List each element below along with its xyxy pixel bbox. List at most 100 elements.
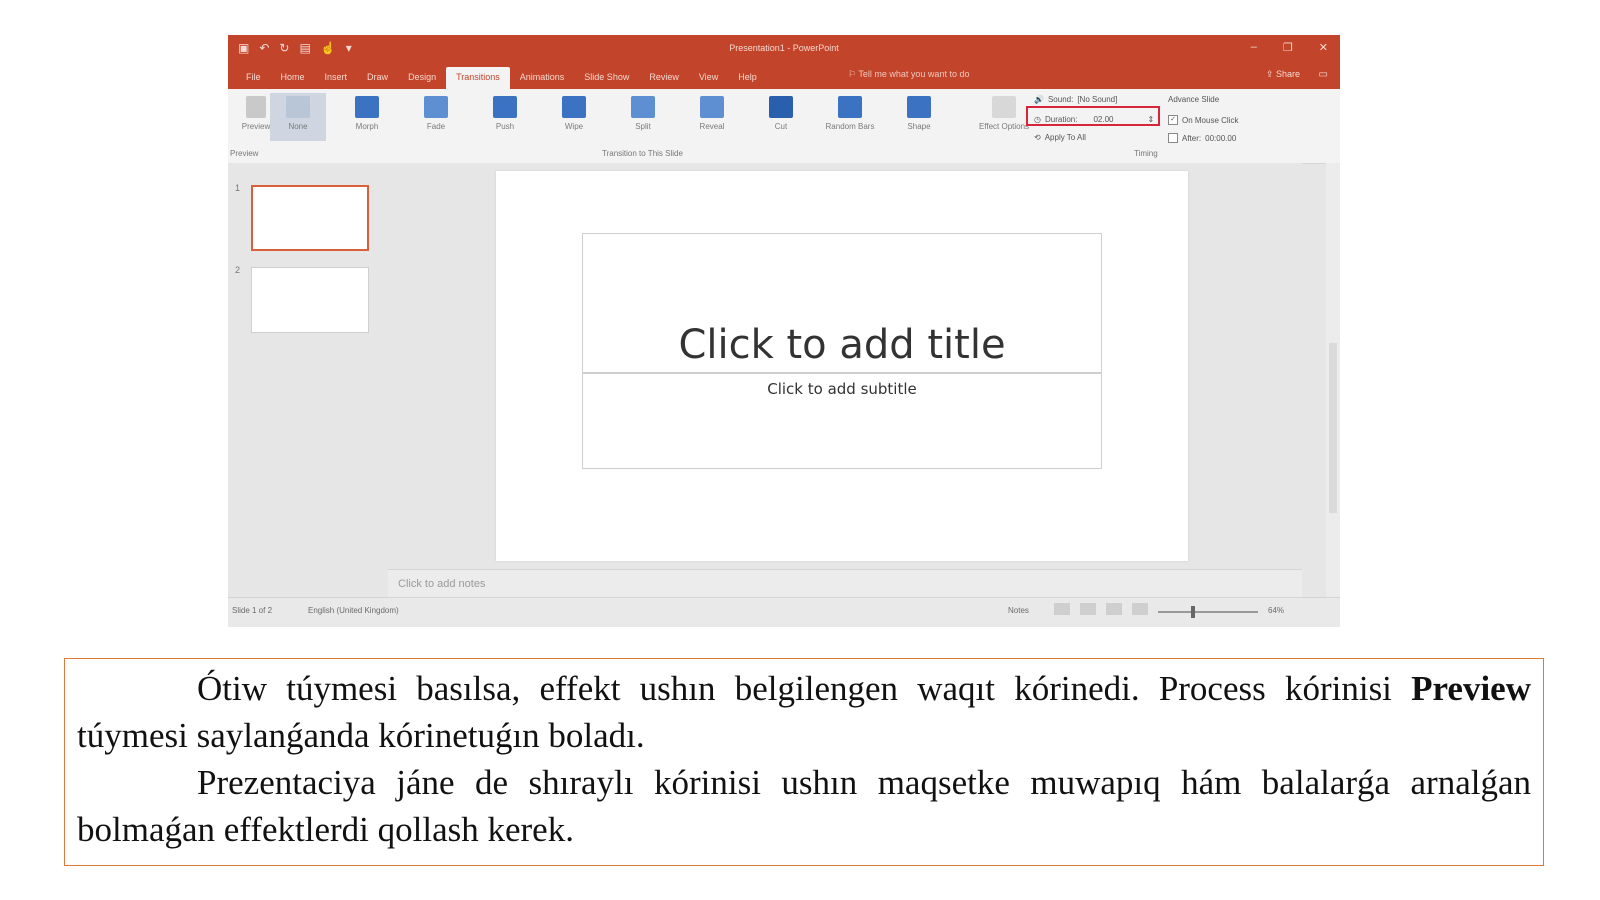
group-preview-label: Preview: [230, 149, 259, 158]
tab-review[interactable]: Review: [639, 67, 689, 89]
transition-cut-icon: [769, 96, 793, 118]
sound-icon: 🔊: [1034, 95, 1044, 104]
on-mouse-click-checkbox[interactable]: ✓: [1168, 115, 1178, 125]
transition-none-icon: [286, 96, 310, 118]
tab-slide-show[interactable]: Slide Show: [574, 67, 639, 89]
apply-to-all-button[interactable]: ⟲ Apply To All: [1034, 133, 1086, 142]
status-bar: Slide 1 of 2 English (United Kingdom) No…: [228, 597, 1340, 627]
after-label: After:: [1182, 133, 1202, 143]
on-mouse-click-label: On Mouse Click: [1182, 115, 1239, 125]
notes-placeholder: Click to add notes: [398, 578, 486, 590]
scrollbar-thumb[interactable]: [1329, 343, 1337, 513]
tab-help[interactable]: Help: [728, 67, 767, 89]
comments-icon[interactable]: ▭: [1319, 69, 1328, 80]
caption-p1-bold: Preview: [1411, 669, 1531, 708]
transition-split-icon: [631, 96, 655, 118]
reading-view-icon[interactable]: [1106, 603, 1122, 615]
sound-value: [No Sound]: [1077, 95, 1118, 104]
effect-options-label: Effect Options: [978, 122, 1030, 131]
transition-split-button[interactable]: Split: [615, 93, 671, 141]
advance-slide-label: Advance Slide: [1168, 95, 1220, 104]
lightbulb-icon: ⚐: [848, 69, 859, 79]
tab-file[interactable]: File: [236, 67, 271, 89]
transition-cut-button[interactable]: Cut: [753, 93, 809, 141]
view-buttons: [1054, 603, 1148, 615]
vertical-scrollbar[interactable]: [1326, 163, 1340, 597]
group-timing-label: Timing: [1134, 149, 1158, 158]
transition-none-button[interactable]: None: [270, 93, 326, 141]
slide-show-view-icon[interactable]: [1132, 603, 1148, 615]
zoom-slider[interactable]: [1158, 611, 1258, 613]
preview-icon: [246, 96, 266, 118]
tab-design[interactable]: Design: [398, 67, 446, 89]
normal-view-icon[interactable]: [1054, 603, 1070, 615]
zoom-level[interactable]: 64%: [1268, 606, 1284, 615]
zoom-slider-thumb[interactable]: [1191, 606, 1195, 618]
tell-me-text: Tell me what you want to do: [858, 69, 970, 79]
slide-count: Slide 1 of 2: [232, 606, 273, 615]
title-placeholder-text: Click to add title: [678, 322, 1006, 368]
transition-label: Push: [495, 122, 515, 131]
caption-paragraph-2: Prezentaciya jáne de shıraylı kórinisi u…: [77, 763, 1531, 849]
transition-morph-button[interactable]: Morph: [339, 93, 395, 141]
caption-box: Ótiw túymesi basılsa, effekt ushın belgi…: [64, 658, 1544, 866]
sound-label: Sound:: [1047, 95, 1074, 104]
slide-thumbnail-2[interactable]: [251, 267, 369, 333]
app-title: Presentation1 - PowerPoint: [729, 43, 839, 53]
title-bar: ▣ ↶ ↻ ▤ ☝ ▾ Presentation1 - PowerPoint –…: [228, 35, 1340, 63]
on-mouse-click-row[interactable]: ✓ On Mouse Click: [1168, 115, 1238, 125]
share-icon: ⇪: [1265, 69, 1276, 79]
slide-number-1: 1: [235, 183, 241, 193]
window-controls: – ❐ ✕: [1251, 41, 1328, 54]
transition-fade-button[interactable]: Fade: [408, 93, 464, 141]
subtitle-placeholder[interactable]: Click to add subtitle: [582, 373, 1102, 469]
minimize-icon[interactable]: –: [1251, 41, 1257, 54]
transition-random-bars-button[interactable]: Random Bars: [822, 93, 878, 141]
tab-animations[interactable]: Animations: [510, 67, 575, 89]
restore-icon[interactable]: ❐: [1283, 41, 1293, 54]
ribbon-tabs: File Home Insert Draw Design Transitions Anima…: [236, 63, 767, 89]
transition-label: Morph: [355, 122, 379, 131]
tab-draw[interactable]: Draw: [357, 67, 398, 89]
slide-number-2: 2: [235, 265, 241, 275]
tab-home[interactable]: Home: [271, 67, 315, 89]
notes-pane[interactable]: Click to add notes: [388, 569, 1302, 598]
transition-label: Wipe: [564, 122, 584, 131]
tell-me-search[interactable]: ⚐ Tell me what you want to do: [848, 69, 969, 80]
effect-options-button[interactable]: Effect Options: [976, 93, 1032, 141]
transition-label: Reveal: [699, 122, 725, 131]
tab-transitions[interactable]: Transitions: [446, 67, 510, 89]
close-icon[interactable]: ✕: [1319, 41, 1328, 54]
slide-thumbnails-pane: 1 2: [228, 163, 388, 597]
powerpoint-window: ▣ ↶ ↻ ▤ ☝ ▾ Presentation1 - PowerPoint –…: [228, 35, 1340, 627]
caption-p1-text-before: Ótiw túymesi basılsa, effekt ushın belgi…: [197, 669, 1412, 708]
transition-shape-button[interactable]: Shape: [891, 93, 947, 141]
notes-button[interactable]: Notes: [1008, 606, 1029, 615]
transition-morph-icon: [355, 96, 379, 118]
group-transition-label: Transition to This Slide: [602, 149, 683, 158]
after-checkbox[interactable]: [1168, 133, 1178, 143]
transition-reveal-button[interactable]: Reveal: [684, 93, 740, 141]
transition-push-button[interactable]: Push: [477, 93, 533, 141]
slide-thumbnail-1[interactable]: [251, 185, 369, 251]
transition-wipe-button[interactable]: Wipe: [546, 93, 602, 141]
language-indicator[interactable]: English (United Kingdom): [308, 606, 399, 615]
sound-row[interactable]: 🔊 Sound: [No Sound]: [1034, 95, 1117, 104]
transition-random-bars-icon: [838, 96, 862, 118]
after-row[interactable]: After: 00:00.00: [1168, 133, 1236, 143]
share-label: Share: [1275, 69, 1300, 79]
advance-slide-heading: Advance Slide: [1168, 95, 1219, 104]
tab-insert[interactable]: Insert: [315, 67, 358, 89]
transition-label: Shape: [907, 122, 931, 131]
tab-view[interactable]: View: [689, 67, 728, 89]
effect-options-icon: [992, 96, 1016, 118]
caption-p1-text-after: túymesi saylanǵanda kórinetuǵın boladı.: [77, 716, 645, 755]
slide-sorter-view-icon[interactable]: [1080, 603, 1096, 615]
title-placeholder[interactable]: Click to add title: [582, 233, 1102, 373]
transition-label: Cut: [774, 122, 788, 131]
share-button[interactable]: ⇪ Share: [1266, 69, 1300, 80]
apply-all-label: Apply To All: [1044, 133, 1086, 142]
transition-label: Fade: [426, 122, 446, 131]
after-value[interactable]: 00:00.00: [1205, 134, 1236, 143]
slide-canvas: Click to add title Click to add subtitle: [496, 171, 1188, 561]
